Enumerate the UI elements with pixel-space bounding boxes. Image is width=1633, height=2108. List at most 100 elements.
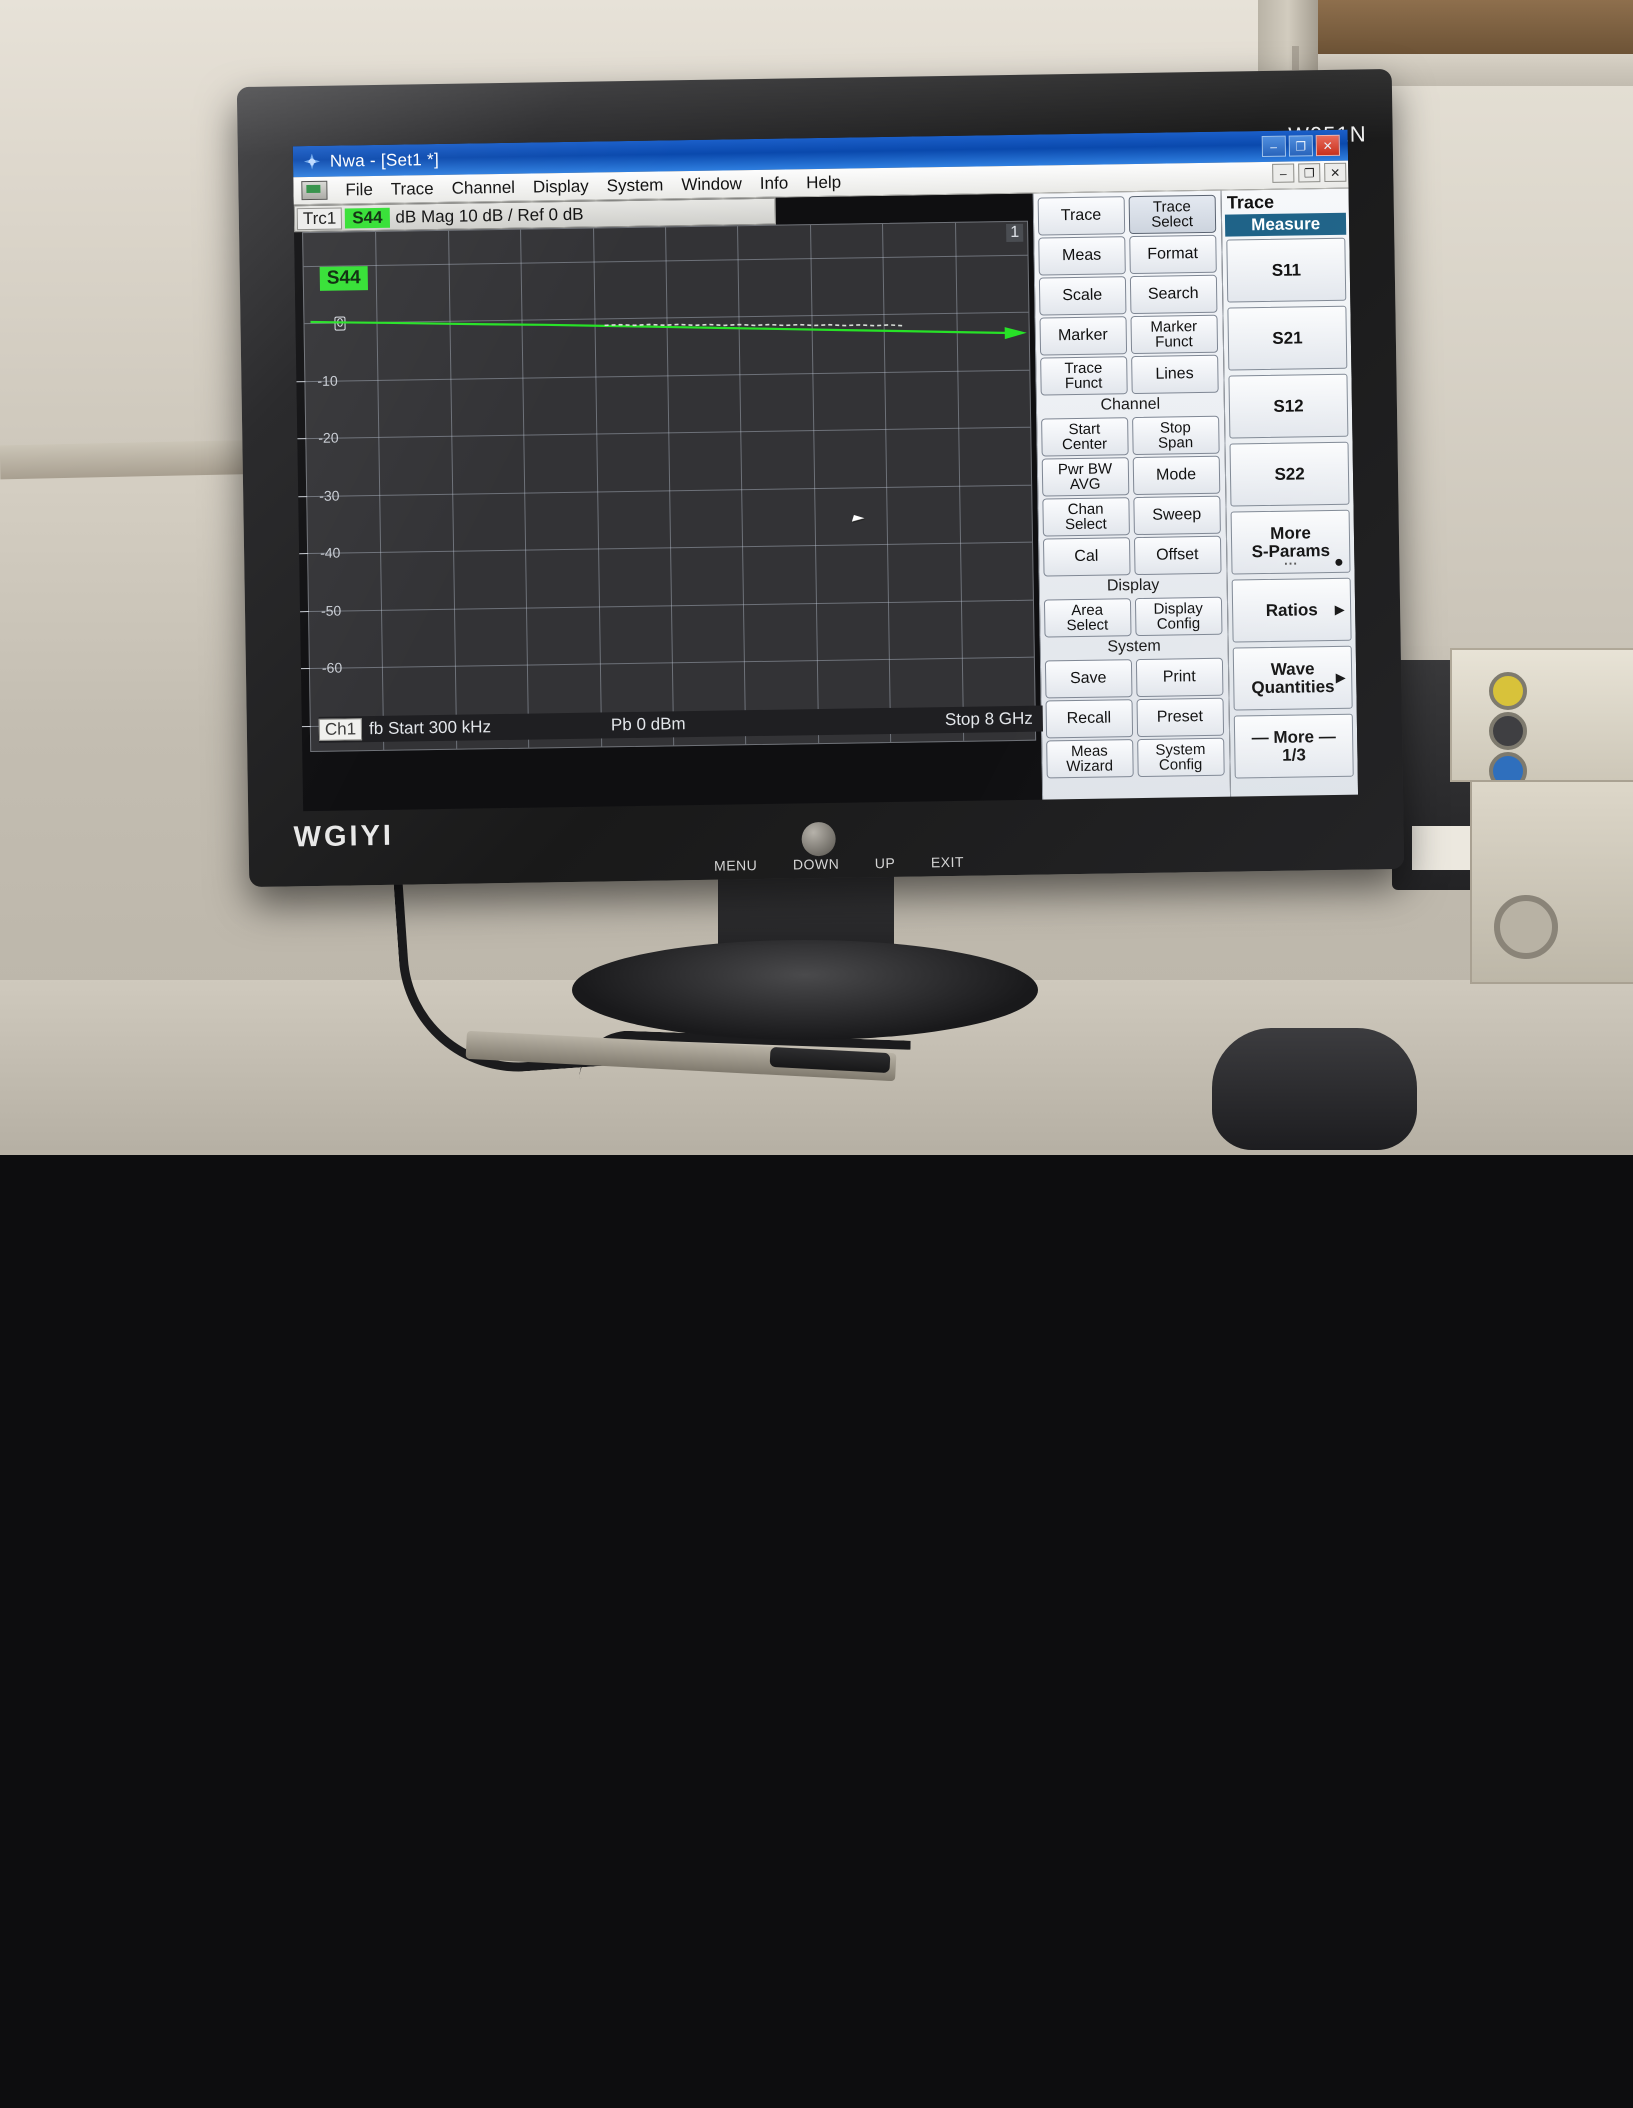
power-value[interactable]: 0 dBm: [636, 714, 685, 735]
channel-id-label[interactable]: Ch1: [318, 718, 363, 741]
softkey-cal[interactable]: Cal: [1042, 537, 1131, 577]
trace-curve-svg: [310, 320, 1027, 340]
mdi-restore-button[interactable]: ❐: [1298, 163, 1321, 183]
window-controls[interactable]: – ❐ ✕: [1261, 134, 1342, 158]
menu-item-info[interactable]: Info: [760, 173, 789, 193]
softkey-group-display-header: Display: [1106, 576, 1160, 595]
softkey-stop-span[interactable]: Stop Span: [1131, 415, 1220, 456]
shelf-wood-board: [1318, 0, 1633, 54]
mdi-minimize-button[interactable]: –: [1272, 163, 1295, 183]
softkey-print[interactable]: Print: [1135, 657, 1224, 698]
stop-frequency-value[interactable]: 8 GHz: [984, 709, 1032, 730]
softkey-format[interactable]: Format: [1128, 234, 1217, 275]
softkey-recall[interactable]: Recall: [1045, 699, 1133, 739]
start-label: Start: [387, 718, 425, 738]
measure-panel-subtitle: Measure: [1225, 212, 1347, 237]
menu-item-display[interactable]: Display: [533, 176, 589, 197]
menu-item-window[interactable]: Window: [681, 174, 742, 195]
softkey-scale[interactable]: Scale: [1038, 276, 1127, 316]
mdi-close-button[interactable]: ✕: [1324, 162, 1347, 183]
osd-up-button[interactable]: UP: [875, 855, 896, 871]
y-axis-tick: [300, 610, 310, 612]
softkey-trace-funct[interactable]: Trace Funct: [1039, 356, 1128, 396]
measure-button-s22[interactable]: S22: [1229, 441, 1350, 507]
softkey-offset[interactable]: Offset: [1133, 535, 1222, 576]
softkey-group-system-header: System: [1107, 637, 1161, 656]
softkey-pwr-bw-avg[interactable]: Pwr BW AVG: [1041, 457, 1129, 497]
y-axis-tick: [298, 495, 308, 497]
mdi-window-controls[interactable]: – ❐ ✕: [1272, 162, 1347, 183]
trace-format-label: dB Mag: [395, 206, 455, 227]
stop-label: Stop: [944, 709, 981, 730]
measure-button-ratios[interactable]: Ratios ▶: [1231, 577, 1352, 643]
softkey-display-config[interactable]: Display Config: [1134, 596, 1223, 637]
diagram-area: Trc1 S44 dB Mag 10 dB / Ref 0 dB -10 -20…: [293, 193, 1044, 812]
document-icon: [301, 180, 328, 201]
softkey-system-config[interactable]: System Config: [1136, 737, 1225, 778]
softkey-chan-select[interactable]: Chan Select: [1041, 497, 1130, 537]
measure-button-more-s-params[interactable]: More S-Params ...: [1230, 509, 1351, 575]
measure-button-more-page[interactable]: — More —1/3: [1234, 713, 1354, 779]
menu-item-help[interactable]: Help: [806, 172, 841, 193]
measure-button-ratios-label: Ratios: [1265, 599, 1318, 620]
menu-item-channel[interactable]: Channel: [451, 177, 515, 198]
measure-button-s11[interactable]: S11: [1226, 237, 1347, 303]
measure-panel-title: Trace: [1226, 191, 1275, 213]
connector-yellow: [1489, 672, 1527, 710]
softkey-meas[interactable]: Meas: [1037, 236, 1126, 276]
softkey-meas-wizard[interactable]: Meas Wizard: [1045, 739, 1134, 779]
chevron-right-icon: ▶: [1335, 669, 1346, 685]
menu-item-system[interactable]: System: [607, 175, 664, 196]
y-axis-tick: [297, 438, 307, 440]
monitor-brand-logo: WGIYI: [293, 819, 395, 854]
softkey-group-channel-header: Channel: [1100, 395, 1161, 414]
minimize-button[interactable]: –: [1261, 135, 1287, 158]
trace-curve: [310, 320, 1010, 335]
softkey-save[interactable]: Save: [1044, 659, 1133, 699]
measure-button-s12[interactable]: S12: [1228, 373, 1349, 439]
close-button[interactable]: ✕: [1315, 134, 1341, 157]
measure-panel[interactable]: Trace Measure S11 S21 S12 S22 More S-Para…: [1220, 188, 1359, 803]
menu-item-file[interactable]: File: [345, 179, 373, 199]
measure-button-s21[interactable]: S21: [1227, 305, 1348, 371]
instrument-lower-panel: [1470, 780, 1633, 984]
softkey-lines[interactable]: Lines: [1130, 354, 1219, 395]
start-frequency-value[interactable]: 300 kHz: [428, 717, 491, 738]
screen-content: Nwa - [Set1 *] – ❐ ✕ File Trace Channel …: [292, 129, 1359, 812]
chart-plot[interactable]: -10 -20 -30 -40 -50 -60 -70 1 S44: [296, 220, 1044, 753]
softkey-area-select[interactable]: Area Select: [1043, 598, 1132, 638]
app-icon: [302, 151, 322, 171]
submenu-dot-icon: [1335, 558, 1343, 566]
monitor-base: [572, 940, 1038, 1040]
wall-fixture: [1292, 46, 1299, 70]
measure-button-wave-quantities[interactable]: Wave Quantities ▶: [1232, 645, 1353, 711]
y-axis-tick: [300, 668, 310, 670]
trace-parameter-label[interactable]: S44: [345, 207, 390, 228]
softkey-marker[interactable]: Marker: [1039, 316, 1127, 356]
power-label: Pb: [610, 714, 632, 735]
softkey-sweep[interactable]: Sweep: [1132, 495, 1221, 536]
softkey-search[interactable]: Search: [1129, 274, 1218, 315]
osd-down-button[interactable]: DOWN: [793, 856, 840, 873]
connector-large: [1494, 895, 1558, 959]
osd-menu-button[interactable]: MENU: [714, 857, 757, 874]
softkey-start-center[interactable]: Start Center: [1040, 417, 1129, 457]
y-axis-tick: [296, 380, 306, 382]
trace-id-label[interactable]: Trc1: [296, 206, 343, 230]
softkey-panel[interactable]: Trace Trace Select Meas Format Scale Sear…: [1032, 190, 1231, 806]
softkey-trace-select[interactable]: Trace Select: [1128, 194, 1216, 235]
restore-button[interactable]: ❐: [1288, 135, 1314, 157]
ellipsis-icon: ...: [1283, 552, 1299, 569]
softkey-trace[interactable]: Trace: [1037, 196, 1125, 236]
softkey-preset[interactable]: Preset: [1136, 697, 1224, 738]
menu-item-trace[interactable]: Trace: [391, 179, 434, 200]
window-title: Nwa - [Set1 *]: [329, 149, 440, 171]
softkey-mode[interactable]: Mode: [1132, 455, 1220, 496]
trace-reference-label: Ref 0 dB: [517, 204, 584, 225]
work-area: Trc1 S44 dB Mag 10 dB / Ref 0 dB -10 -20…: [293, 188, 1359, 812]
instrument-front-panel: [1450, 648, 1633, 782]
osd-exit-button[interactable]: EXIT: [931, 854, 964, 871]
trace-end-arrow: [1004, 327, 1027, 340]
computer-mouse[interactable]: [1212, 1028, 1417, 1150]
softkey-marker-funct[interactable]: Marker Funct: [1130, 314, 1218, 355]
